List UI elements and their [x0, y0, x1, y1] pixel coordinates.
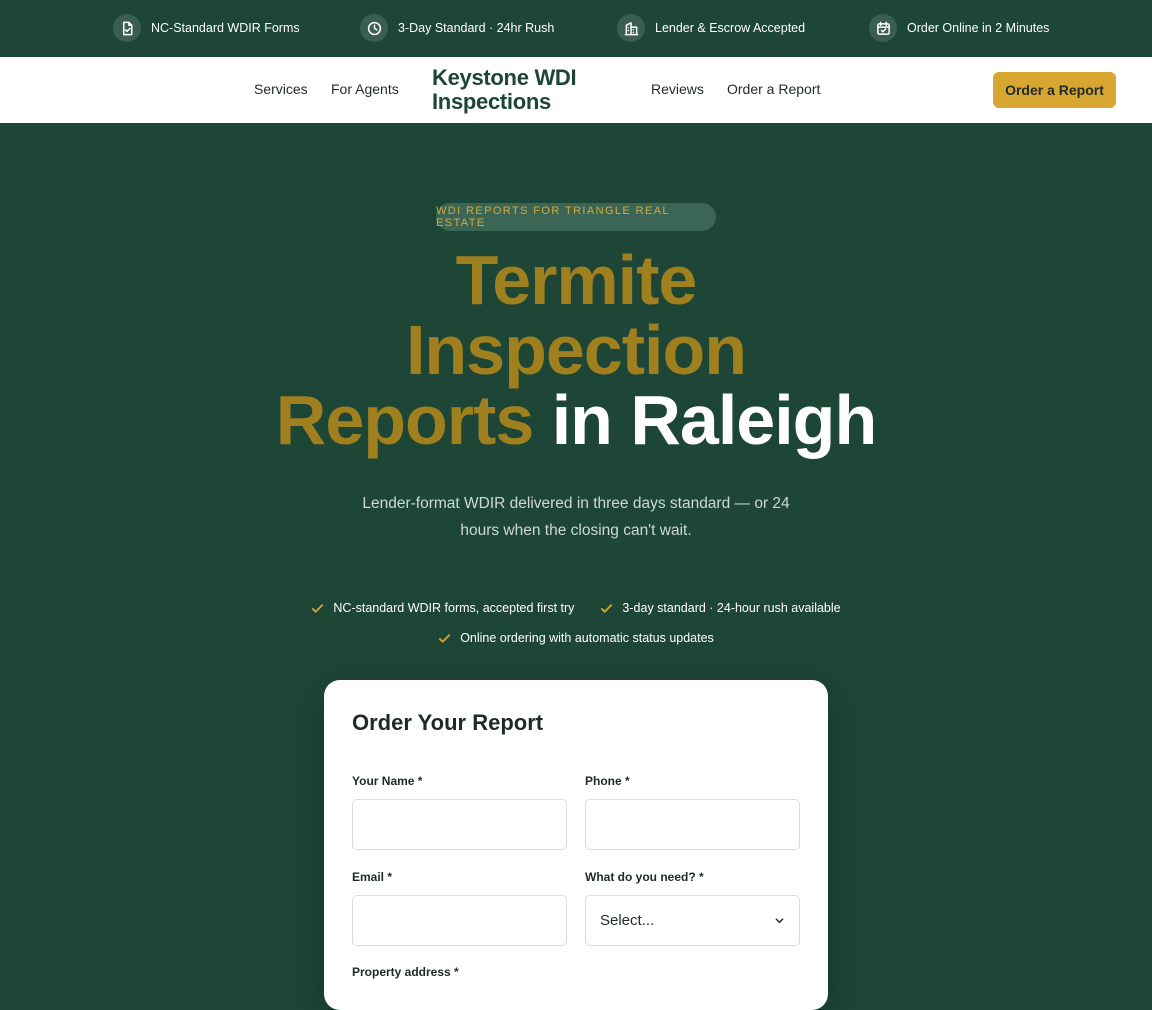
check-icon	[312, 603, 324, 613]
check-item-label: NC-standard WDIR forms, accepted first t…	[333, 601, 575, 615]
document-check-icon	[113, 14, 141, 42]
logo-line-1: Keystone WDI	[432, 65, 577, 90]
trust-item-lender: Lender & Escrow Accepted	[617, 14, 805, 42]
trust-item-label: NC-Standard WDIR Forms	[151, 21, 300, 35]
headline-words-in-raleigh: in Raleigh	[551, 381, 877, 459]
trust-item-label: 3-Day Standard · 24hr Rush	[398, 21, 555, 35]
trust-item-label: Order Online in 2 Minutes	[907, 21, 1050, 35]
name-input[interactable]	[352, 799, 567, 850]
nav-link-for-agents[interactable]: For Agents	[331, 81, 399, 97]
main-navbar: Services For Agents Keystone WDI Inspect…	[0, 57, 1152, 123]
hero-eyebrow-badge: WDI REPORTS FOR TRIANGLE REAL ESTATE	[436, 203, 716, 231]
phone-input[interactable]	[585, 799, 800, 850]
headline-line-3: Reports in Raleigh	[0, 385, 1152, 455]
nav-link-order-report[interactable]: Order a Report	[727, 81, 820, 97]
check-icon	[601, 603, 613, 613]
headline-line-1: Termite	[455, 241, 698, 319]
phone-label: Phone *	[585, 774, 630, 788]
check-item-label: Online ordering with automatic status up…	[460, 631, 714, 645]
headline-line-2: Inspection	[405, 311, 747, 389]
name-label: Your Name *	[352, 774, 423, 788]
check-icon	[439, 633, 451, 643]
trust-item-turnaround: 3-Day Standard · 24hr Rush	[360, 14, 554, 42]
email-label: Email *	[352, 870, 393, 884]
need-select[interactable]: Select...	[585, 895, 800, 946]
address-label: Property address *	[352, 965, 459, 979]
hero-checklist-row-2: Online ordering with automatic status up…	[0, 631, 1152, 645]
need-label: What do you need? *	[585, 870, 704, 884]
trust-item-label: Lender & Escrow Accepted	[655, 21, 806, 35]
hero-subtext: Lender-format WDIR delivered in three da…	[362, 495, 790, 539]
check-item-label: 3-day standard · 24-hour rush available	[622, 601, 841, 615]
clock-icon	[360, 14, 388, 42]
email-input[interactable]	[352, 895, 567, 946]
hero-checklist-row-1: NC-standard WDIR forms, accepted first t…	[0, 601, 1152, 615]
calendar-check-icon	[869, 14, 897, 42]
check-item-turnaround: 3-day standard · 24-hour rush available	[600, 601, 841, 615]
trust-bar: NC-Standard WDIR Forms 3-Day Standard · …	[0, 0, 1152, 57]
headline-word-reports: Reports	[275, 381, 534, 459]
nav-link-services[interactable]: Services	[254, 81, 308, 97]
chevron-down-icon	[775, 918, 784, 924]
trust-item-online: Order Online in 2 Minutes	[869, 14, 1049, 42]
form-title: Order Your Report	[352, 710, 544, 735]
logo-line-2: Inspections	[432, 89, 551, 114]
site-logo[interactable]: Keystone WDI Inspections	[432, 66, 602, 114]
building-icon	[617, 14, 645, 42]
check-item-forms: NC-standard WDIR forms, accepted first t…	[311, 601, 574, 615]
nav-link-reviews[interactable]: Reviews	[651, 81, 704, 97]
need-select-value: Select...	[600, 912, 655, 929]
order-report-button[interactable]: Order a Report	[993, 72, 1116, 108]
hero-headline: Termite Inspection Reports in Raleigh	[0, 245, 1152, 455]
check-item-online: Online ordering with automatic status up…	[438, 631, 714, 645]
trust-item-forms: NC-Standard WDIR Forms	[113, 14, 300, 42]
order-form-card: Order Your Report Your Name * Phone * Em…	[324, 680, 828, 1010]
